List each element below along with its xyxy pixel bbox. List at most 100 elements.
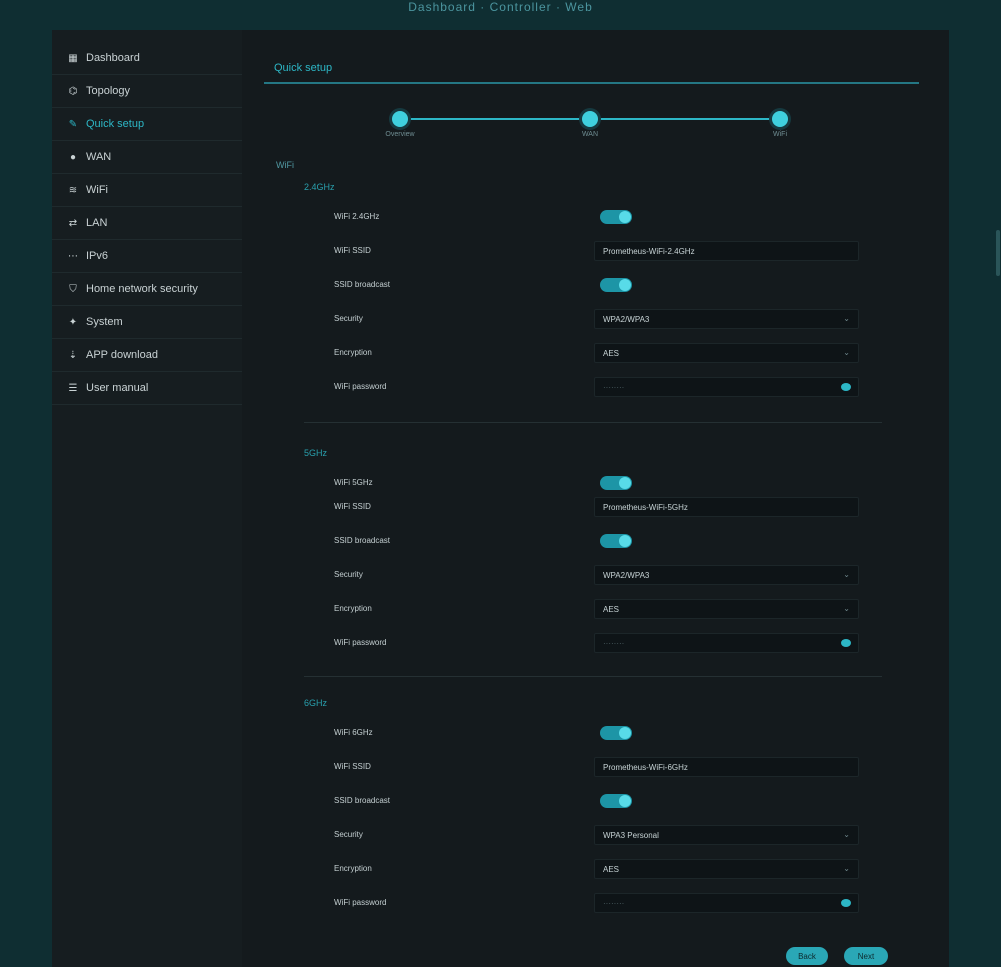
security-value: WPA2/WPA3 <box>603 571 650 580</box>
sidebar-item-user-manual[interactable]: ☰ User manual <box>52 372 242 405</box>
next-button[interactable]: Next <box>844 947 888 965</box>
sidebar-item-label: APP download <box>86 349 158 361</box>
ssid-input[interactable]: Prometheus-WiFi-2.4GHz <box>594 241 859 261</box>
row-ssid-broadcast: SSID broadcast <box>304 274 889 298</box>
wifi-enable-label: WiFi 5GHz <box>334 478 373 487</box>
ssid-broadcast-toggle[interactable] <box>600 794 632 808</box>
main-content: Quick setup Overview WAN WiFi WiFi 2.4GH… <box>264 44 929 967</box>
toggle-knob <box>619 795 631 807</box>
password-label: WiFi password <box>334 898 387 907</box>
sidebar-item-app-download[interactable]: ⇣ APP download <box>52 339 242 372</box>
toggle-knob <box>619 477 631 489</box>
sidebar-item-label: System <box>86 316 123 328</box>
shield-icon: ⛉ <box>69 283 77 295</box>
security-label: Security <box>334 570 363 579</box>
wifi-enable-toggle[interactable] <box>600 210 632 224</box>
sidebar-item-label: Dashboard <box>86 52 140 64</box>
encryption-value: AES <box>603 865 620 874</box>
sidebar-item-lan[interactable]: ⇄ LAN <box>52 207 242 240</box>
eye-icon[interactable] <box>841 639 851 647</box>
globe-icon: ● <box>69 151 77 163</box>
row-encryption: Encryption AES ⌄ <box>304 858 889 882</box>
band-section-2g: 2.4GHz WiFi 2.4GHz WiFi SSID Prometheus-… <box>304 182 889 423</box>
sidebar-item-label: Home network security <box>86 283 198 295</box>
sidebar: ▦ Dashboard ⌬ Topology ✎ Quick setup ● WAN ≋… <box>52 30 242 967</box>
sidebar-item-dashboard[interactable]: ▦ Dashboard <box>52 42 242 75</box>
row-password: WiFi password ········ <box>304 376 889 400</box>
sidebar-item-topology[interactable]: ⌬ Topology <box>52 75 242 108</box>
security-select[interactable]: WPA2/WPA3 ⌄ <box>594 309 859 329</box>
book-icon: ☰ <box>68 382 78 394</box>
band-title: 2.4GHz <box>304 182 335 192</box>
step-dot-wifi <box>772 111 788 127</box>
section-divider <box>304 676 882 677</box>
sidebar-item-system[interactable]: ✦ System <box>52 306 242 339</box>
sidebar-item-ipv6[interactable]: ⋯ IPv6 <box>52 240 242 273</box>
ssid-label: WiFi SSID <box>334 246 371 255</box>
row-security: Security WPA2/WPA3 ⌄ <box>304 564 889 588</box>
row-wifi-enable: WiFi 2.4GHz <box>304 206 889 230</box>
row-security: Security WPA3 Personal ⌄ <box>304 824 889 848</box>
sidebar-item-home-network-security[interactable]: ⛉ Home network security <box>52 273 242 306</box>
sidebar-item-label: WAN <box>86 151 112 163</box>
lan-icon: ⇄ <box>68 217 78 229</box>
app-brand: Dashboard · Controller · Web <box>408 0 593 14</box>
ssid-label: WiFi SSID <box>334 762 371 771</box>
band-section-6g: 6GHz WiFi 6GHz WiFi SSID Prometheus-WiFi… <box>304 698 889 913</box>
row-password: WiFi password ········ <box>304 892 889 916</box>
encryption-select[interactable]: AES ⌄ <box>594 859 859 879</box>
password-input[interactable]: ········ <box>594 377 859 397</box>
step-label-wifi: WiFi <box>773 131 787 138</box>
row-ssid: WiFi SSID Prometheus-WiFi-5GHz <box>304 496 889 520</box>
chevron-down-icon: ⌄ <box>843 348 850 357</box>
encryption-label: Encryption <box>334 864 372 873</box>
password-input[interactable]: ········ <box>594 893 859 913</box>
chevron-down-icon: ⌄ <box>843 314 850 323</box>
row-ssid-broadcast: SSID broadcast <box>304 530 889 554</box>
eye-icon[interactable] <box>841 899 851 907</box>
ssid-broadcast-label: SSID broadcast <box>334 796 391 805</box>
chevron-down-icon: ⌄ <box>843 604 850 613</box>
row-security: Security WPA2/WPA3 ⌄ <box>304 308 889 332</box>
ssid-input[interactable]: Prometheus-WiFi-5GHz <box>594 497 859 517</box>
page-title: Quick setup <box>274 62 333 74</box>
sidebar-item-wifi[interactable]: ≋ WiFi <box>52 174 242 207</box>
band-section-5g: 5GHz WiFi 5GHz WiFi SSID Prometheus-WiFi… <box>304 448 889 677</box>
row-ssid-broadcast: SSID broadcast <box>304 790 889 814</box>
password-input[interactable]: ········ <box>594 633 859 653</box>
row-wifi-enable: WiFi 6GHz <box>304 722 889 746</box>
ssid-broadcast-toggle[interactable] <box>600 278 632 292</box>
encryption-value: AES <box>603 605 620 614</box>
ssid-broadcast-label: SSID broadcast <box>334 536 391 545</box>
toggle-knob <box>619 727 631 739</box>
security-label: Security <box>334 314 363 323</box>
sidebar-item-label: WiFi <box>86 184 108 196</box>
ssid-input[interactable]: Prometheus-WiFi-6GHz <box>594 757 859 777</box>
password-label: WiFi password <box>334 382 387 391</box>
wifi-enable-toggle[interactable] <box>600 476 632 490</box>
sidebar-item-quick-setup[interactable]: ✎ Quick setup <box>52 108 242 141</box>
ssid-broadcast-toggle[interactable] <box>600 534 632 548</box>
encryption-select[interactable]: AES ⌄ <box>594 343 859 363</box>
row-ssid: WiFi SSID Prometheus-WiFi-6GHz <box>304 756 889 780</box>
security-select[interactable]: WPA3 Personal ⌄ <box>594 825 859 845</box>
eye-icon[interactable] <box>841 383 851 391</box>
encryption-label: Encryption <box>334 604 372 613</box>
scrollbar-thumb[interactable] <box>996 230 1000 276</box>
sidebar-item-wan[interactable]: ● WAN <box>52 141 242 174</box>
chevron-down-icon: ⌄ <box>843 864 850 873</box>
security-select[interactable]: WPA2/WPA3 ⌄ <box>594 565 859 585</box>
password-label: WiFi password <box>334 638 387 647</box>
scrollbar[interactable] <box>995 30 1001 967</box>
back-button[interactable]: Back <box>786 947 828 965</box>
encryption-select[interactable]: AES ⌄ <box>594 599 859 619</box>
wifi-enable-toggle[interactable] <box>600 726 632 740</box>
wifi-section-label: WiFi <box>276 160 294 170</box>
security-value: WPA3 Personal <box>603 831 659 840</box>
toggle-knob <box>619 279 631 291</box>
topology-icon: ⌬ <box>68 85 78 97</box>
wifi-enable-label: WiFi 2.4GHz <box>334 212 380 221</box>
row-password: WiFi password ········ <box>304 632 889 656</box>
step-dot-wan <box>582 111 598 127</box>
download-icon: ⇣ <box>68 349 78 361</box>
